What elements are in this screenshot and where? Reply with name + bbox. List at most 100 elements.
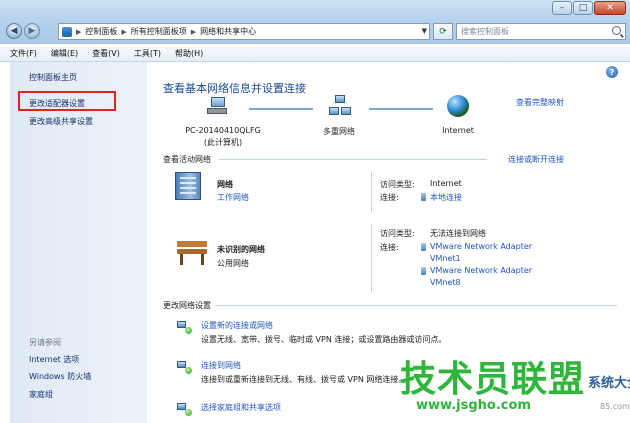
chevron-down-icon[interactable]: ▼ — [422, 27, 427, 35]
vertical-divider — [371, 224, 372, 292]
breadcrumb-all-items[interactable]: 所有控制面板项 — [131, 26, 187, 37]
new-connection-icon — [177, 321, 193, 335]
main-content: ? 查看基本网络信息并设置连接 查看完整映射 PC-20140410QLFG (… — [147, 62, 630, 423]
bench-leg-shape — [201, 254, 204, 265]
change-adapter-settings-link[interactable]: 更改适配器设置 — [29, 98, 85, 109]
connect-disconnect-link[interactable]: 连接或断开连接 — [508, 154, 564, 165]
section-divider — [219, 159, 487, 160]
homegroup-icon — [177, 403, 193, 417]
connect-to-network-desc: 连接到或重新连接到无线、有线、拨号或 VPN 网络连接。 — [201, 375, 407, 384]
connections-label: 连接: — [380, 193, 399, 202]
change-settings-heading: 更改网络设置 — [163, 301, 211, 310]
view-full-map-link[interactable]: 查看完整映射 — [516, 97, 564, 108]
vmnet8-link[interactable]: VMnet8 — [430, 278, 461, 287]
adapter-icon — [421, 193, 426, 201]
adapter-icon — [421, 267, 426, 275]
homegroup-link[interactable]: 家庭组 — [29, 389, 53, 400]
monitor-shape — [211, 97, 225, 107]
access-type-value: Internet — [430, 179, 462, 188]
setup-connection-desc: 设置无线、宽带、拨号、临时或 VPN 连接；或设置路由器或访问点。 — [201, 335, 447, 344]
add-badge — [185, 409, 192, 416]
network-node — [177, 321, 186, 328]
network-name: 未识别的网络 — [217, 245, 265, 254]
connect-network-icon — [177, 361, 193, 375]
search-placeholder: 搜索控制面板 — [461, 27, 509, 36]
section-divider — [215, 305, 617, 306]
breadcrumb-network-center[interactable]: 网络和共享中心 — [200, 26, 256, 37]
forward-button[interactable]: ▶ — [24, 23, 40, 39]
active-networks-heading: 查看活动网络 — [163, 155, 211, 164]
address-bar[interactable]: ▶ 控制面板 ▶ 所有控制面板项 ▶ 网络和共享中心 ▼ — [58, 23, 430, 40]
computer-icon — [207, 97, 227, 115]
menu-tools[interactable]: 工具(T) — [134, 48, 161, 59]
menu-view[interactable]: 查看(V) — [92, 48, 120, 59]
network-sharing-center-window: – □ ✕ ◀ ▶ ▶ 控制面板 ▶ 所有控制面板项 ▶ 网络和共享中心 ▼ ⟳… — [0, 0, 630, 423]
chevron-right-icon: ▶ — [121, 27, 127, 36]
add-badge — [185, 327, 192, 334]
menu-file[interactable]: 文件(F) — [10, 48, 37, 59]
work-network-icon[interactable] — [175, 172, 201, 200]
chevron-right-icon: ▶ — [76, 27, 82, 36]
network-type-link[interactable]: 工作网络 — [217, 192, 249, 203]
help-icon[interactable]: ? — [606, 66, 618, 78]
left-nav-pane: 控制面板主页 更改适配器设置 更改高级共享设置 另请参阅 Internet 选项… — [10, 62, 147, 423]
refresh-button[interactable]: ⟳ — [433, 23, 453, 40]
see-also-heading: 另请参阅 — [29, 338, 61, 347]
minimize-button[interactable]: – — [552, 1, 572, 15]
refresh-icon: ⟳ — [439, 26, 447, 37]
search-input[interactable]: 搜索控制面板 — [456, 23, 626, 40]
network-node — [335, 95, 345, 103]
page-title: 查看基本网络信息并设置连接 — [163, 82, 306, 95]
menu-bar: 文件(F) 编辑(E) 查看(V) 工具(T) 帮助(H) — [0, 46, 630, 62]
back-button[interactable]: ◀ — [6, 23, 22, 39]
arrow-left-icon: ◀ — [10, 26, 18, 36]
pc-base-shape — [207, 108, 227, 114]
multiple-networks-label: 多重网络 — [323, 127, 355, 136]
change-advanced-sharing-link[interactable]: 更改高级共享设置 — [29, 116, 93, 127]
connect-to-network-link[interactable]: 连接到网络 — [201, 360, 241, 371]
network-node — [329, 107, 339, 115]
public-network-bench-icon[interactable] — [177, 241, 207, 267]
bench-leg-shape — [180, 254, 183, 265]
vmnet1-link[interactable]: VMnet1 — [430, 254, 461, 263]
local-connection-link[interactable]: 本地连接 — [430, 192, 462, 203]
menu-help[interactable]: 帮助(H) — [175, 48, 203, 59]
title-bar: – □ ✕ ◀ ▶ ▶ 控制面板 ▶ 所有控制面板项 ▶ 网络和共享中心 ▼ ⟳… — [0, 0, 630, 44]
this-computer-label: (此计算机) — [203, 138, 243, 147]
network-node — [177, 361, 186, 368]
homegroup-sharing-link[interactable]: 选择家庭组和共享选项 — [201, 402, 281, 413]
maximize-button[interactable]: □ — [573, 1, 593, 15]
network-name: 网络 — [217, 180, 233, 189]
internet-globe-icon[interactable] — [447, 95, 469, 117]
menu-edit[interactable]: 编辑(E) — [51, 48, 78, 59]
arrow-right-icon: ▶ — [28, 26, 36, 36]
vertical-divider — [371, 172, 372, 212]
close-button[interactable]: ✕ — [594, 1, 626, 15]
chevron-right-icon: ▶ — [190, 27, 197, 36]
windows-firewall-link[interactable]: Windows 防火墙 — [29, 371, 91, 382]
add-badge — [185, 367, 192, 374]
setup-connection-link[interactable]: 设置新的连接或网络 — [201, 320, 273, 331]
computer-name-label: PC-20140410QLFG — [185, 126, 261, 135]
network-node — [177, 403, 186, 410]
access-type-label: 访问类型: — [380, 229, 415, 238]
vmware-adapter-link[interactable]: VMware Network Adapter — [430, 242, 532, 251]
map-connector-line — [369, 108, 433, 110]
multiple-networks-icon[interactable] — [329, 95, 351, 117]
control-panel-icon — [62, 26, 72, 37]
network-type: 公用网络 — [217, 259, 249, 268]
connections-label: 连接: — [380, 243, 399, 252]
network-node — [341, 107, 351, 115]
adapter-icon — [421, 243, 426, 251]
access-type-value: 无法连接到网络 — [430, 229, 486, 238]
control-panel-home-link[interactable]: 控制面板主页 — [29, 72, 77, 83]
bench-back-shape — [177, 241, 207, 247]
vmware-adapter-link[interactable]: VMware Network Adapter — [430, 266, 532, 275]
map-connector-line — [249, 108, 313, 110]
breadcrumb-control-panel[interactable]: 控制面板 — [85, 26, 117, 37]
internet-label: Internet — [442, 126, 474, 135]
access-type-label: 访问类型: — [380, 180, 415, 189]
search-icon — [612, 26, 621, 35]
internet-options-link[interactable]: Internet 选项 — [29, 354, 79, 365]
caption-buttons: – □ ✕ — [551, 1, 626, 15]
